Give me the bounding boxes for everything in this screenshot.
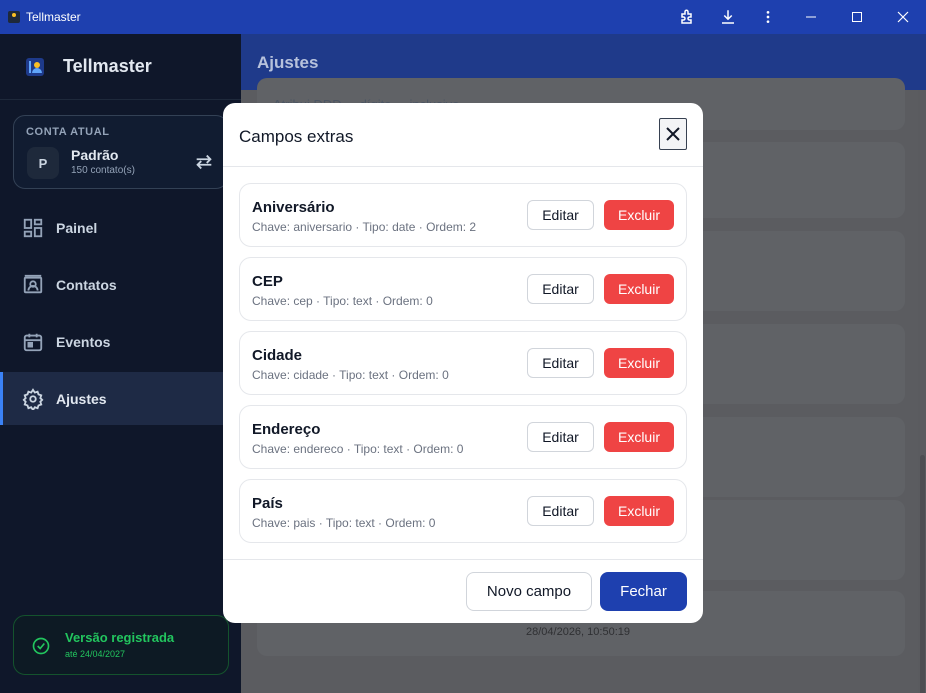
field-meta: Chave: endereco · Tipo: text · Ordem: 0 (252, 442, 464, 456)
brand-name: Tellmaster (63, 56, 152, 76)
delete-button[interactable]: Excluir (604, 348, 674, 378)
delete-button[interactable]: Excluir (604, 200, 674, 230)
list-item: Aniversário Chave: aniversario · Tipo: d… (239, 183, 687, 247)
list-item: CEP Chave: cep · Tipo: text · Ordem: 0 E… (239, 257, 687, 321)
extensions-icon[interactable] (668, 0, 708, 34)
sidebar-item-painel[interactable]: Painel (0, 201, 241, 254)
field-meta: Chave: aniversario · Tipo: date · Ordem:… (252, 220, 477, 234)
calendar-icon (22, 331, 44, 353)
close-icon (666, 127, 680, 141)
gear-icon (22, 387, 44, 412)
sidebar-nav: Painel Contatos Eventos Ajustes (0, 201, 241, 429)
close-icon[interactable] (880, 0, 926, 34)
edit-button[interactable]: Editar (527, 348, 594, 378)
version-badge: Versão registrada até 24/04/2027 (13, 615, 229, 675)
new-field-button[interactable]: Novo campo (466, 572, 592, 611)
version-until: até 24/04/2027 (65, 649, 126, 659)
scrollbar-thumb[interactable] (920, 455, 925, 693)
field-name: País (252, 495, 283, 512)
minimize-icon[interactable] (788, 0, 834, 34)
account-name: Padrão (71, 147, 119, 163)
field-meta: Chave: cep · Tipo: text · Ordem: 0 (252, 294, 433, 308)
extra-fields-dialog: Campos extras Aniversário Chave: anivers… (223, 103, 703, 623)
dialog-close-button[interactable] (659, 118, 687, 150)
delete-button[interactable]: Excluir (604, 274, 674, 304)
page-title: Ajustes (257, 53, 319, 72)
title-bar: Tellmaster (0, 0, 926, 34)
window-title: Tellmaster (26, 10, 81, 24)
list-item: Endereço Chave: endereco · Tipo: text · … (239, 405, 687, 469)
sidebar-item-label: Eventos (56, 333, 111, 350)
scrollbar[interactable] (918, 90, 926, 693)
close-dialog-button[interactable]: Fechar (600, 572, 687, 611)
app-icon (8, 11, 20, 23)
sidebar-item-ajustes[interactable]: Ajustes (0, 372, 241, 425)
edit-button[interactable]: Editar (527, 422, 594, 452)
sidebar-item-label: Contatos (56, 276, 117, 293)
delete-button[interactable]: Excluir (604, 422, 674, 452)
field-list: Aniversário Chave: aniversario · Tipo: d… (239, 183, 687, 553)
field-name: Aniversário (252, 199, 335, 216)
avatar: P (27, 147, 59, 179)
field-meta: Chave: cidade · Tipo: text · Ordem: 0 (252, 368, 449, 382)
last-backup-timestamp: 28/04/2026, 10:50:19 (526, 626, 630, 638)
edit-button[interactable]: Editar (527, 200, 594, 230)
delete-button[interactable]: Excluir (604, 496, 674, 526)
sidebar-item-label: Painel (56, 219, 98, 236)
title-bar-controls (668, 0, 926, 34)
more-vertical-icon[interactable] (748, 0, 788, 34)
field-name: CEP (252, 273, 283, 290)
edit-button[interactable]: Editar (527, 496, 594, 526)
current-account-card[interactable]: CONTA ATUAL P Padrão 150 contato(s) (13, 115, 228, 189)
check-badge-icon (31, 636, 51, 656)
version-title: Versão registrada (65, 630, 175, 645)
dialog-header: Campos extras (223, 103, 703, 167)
maximize-icon[interactable] (834, 0, 880, 34)
brand: Tellmaster (0, 34, 241, 100)
list-item: País Chave: pais · Tipo: text · Ordem: 0… (239, 479, 687, 543)
dialog-footer: Novo campo Fechar (223, 559, 703, 623)
sidebar-item-eventos[interactable]: Eventos (0, 315, 241, 368)
field-name: Endereço (252, 421, 321, 438)
edit-button[interactable]: Editar (527, 274, 594, 304)
sidebar: Tellmaster CONTA ATUAL P Padrão 150 cont… (0, 34, 241, 693)
contacts-icon (22, 274, 44, 296)
account-contact-count: 150 contato(s) (71, 165, 135, 176)
logo-icon (24, 56, 48, 78)
dashboard-icon (22, 217, 44, 239)
sidebar-item-contatos[interactable]: Contatos (0, 258, 241, 311)
list-item: Cidade Chave: cidade · Tipo: text · Orde… (239, 331, 687, 395)
sidebar-item-label: Ajustes (56, 390, 107, 407)
swap-account-icon[interactable] (193, 151, 215, 173)
field-meta: Chave: pais · Tipo: text · Ordem: 0 (252, 516, 436, 530)
dialog-title: Campos extras (239, 127, 354, 146)
field-name: Cidade (252, 347, 303, 364)
download-icon[interactable] (708, 0, 748, 34)
account-caption: CONTA ATUAL (26, 126, 110, 138)
